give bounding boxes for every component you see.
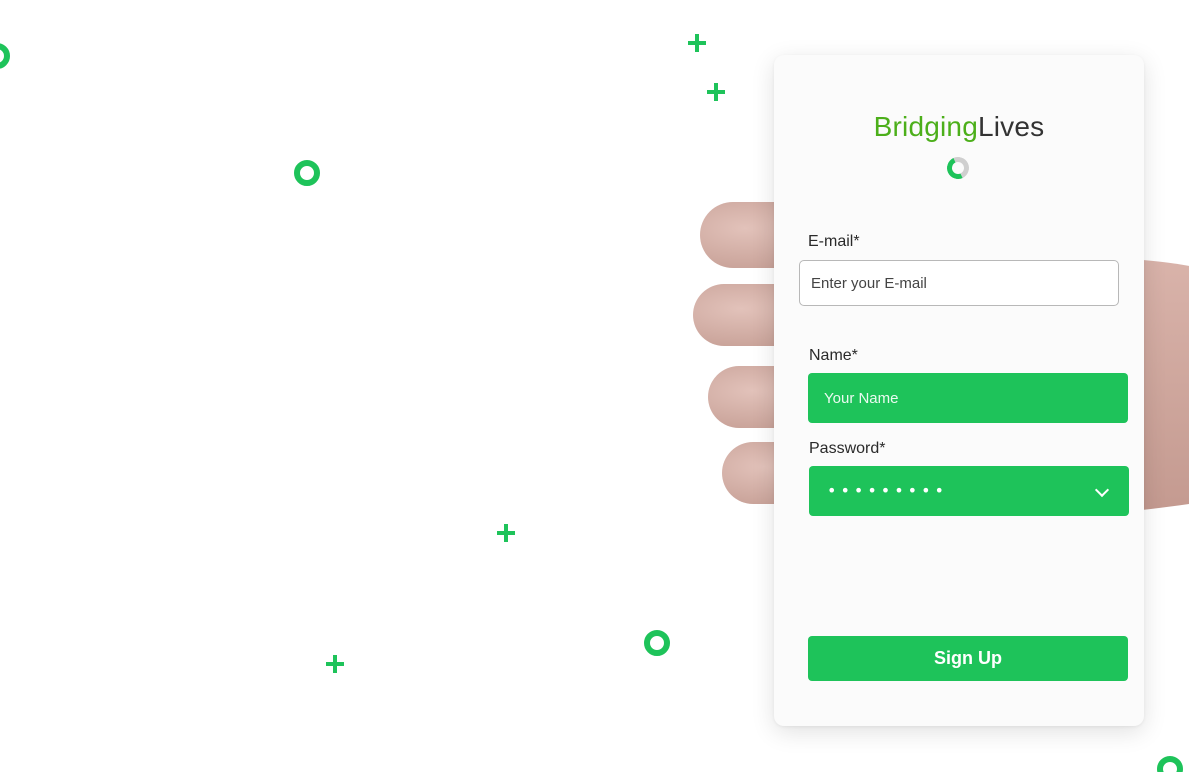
password-label: Password* <box>809 440 886 457</box>
ring-decoration-icon <box>644 630 670 656</box>
brand-logo: BridgingLives <box>774 111 1144 143</box>
signup-page: BridgingLives E-mail* Name* Password* ••… <box>0 0 1189 772</box>
sign-up-button[interactable]: Sign Up <box>808 636 1128 681</box>
password-field[interactable]: ••••••••• <box>809 466 1129 516</box>
email-label: E-mail* <box>808 233 860 250</box>
plus-decoration-icon <box>688 34 706 52</box>
plus-decoration-icon <box>497 524 515 542</box>
plus-decoration-icon <box>326 655 344 673</box>
loading-spinner-icon <box>943 153 973 183</box>
logo-text-green: Bridging <box>873 111 978 142</box>
ring-decoration-icon <box>294 160 320 186</box>
signup-card: BridgingLives E-mail* Name* Password* ••… <box>774 55 1144 726</box>
email-field[interactable] <box>799 260 1119 306</box>
name-label: Name* <box>809 347 858 364</box>
ring-decoration-icon <box>1157 756 1183 772</box>
password-mask: ••••••••• <box>827 481 948 500</box>
logo-text-dark: Lives <box>977 111 1045 142</box>
name-field[interactable] <box>808 373 1128 423</box>
ring-decoration-icon <box>0 43 10 69</box>
plus-decoration-icon <box>707 83 725 101</box>
chevron-down-icon[interactable] <box>1094 482 1110 498</box>
